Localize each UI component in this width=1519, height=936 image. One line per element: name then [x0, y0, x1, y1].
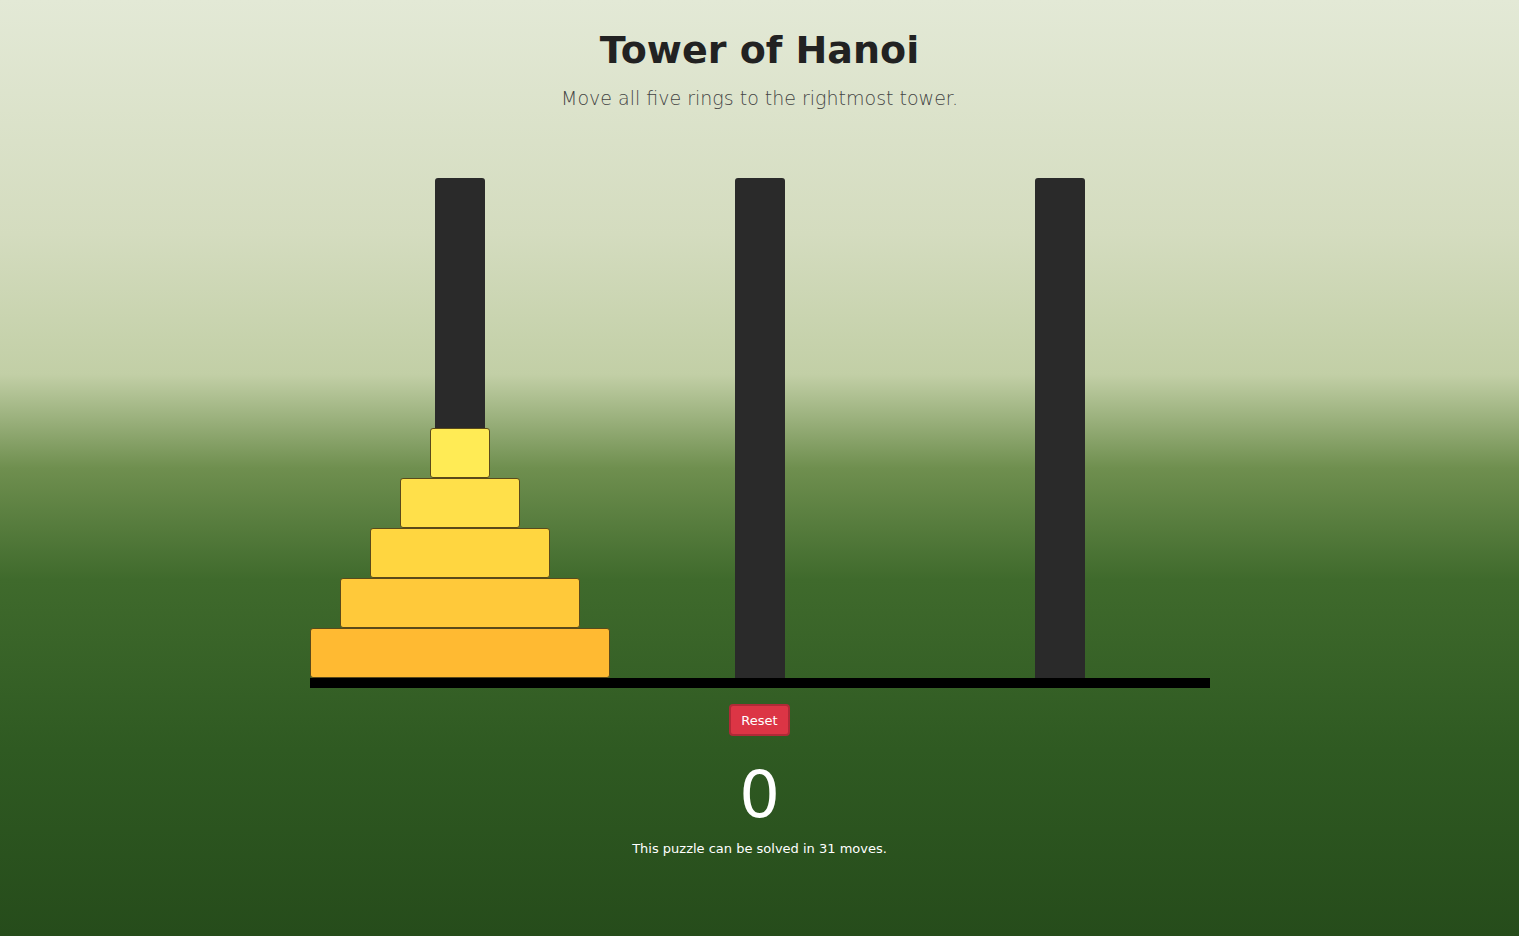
tower-pole [735, 178, 785, 678]
tower[interactable] [310, 178, 610, 678]
caption: This puzzle can be solved in 31 moves. [632, 840, 887, 858]
game-board [310, 178, 1210, 688]
tower[interactable] [910, 178, 1210, 678]
ring[interactable] [310, 628, 610, 678]
ring[interactable] [340, 578, 580, 628]
tower[interactable] [610, 178, 910, 678]
page-title: Tower of Hanoi [600, 26, 919, 74]
tower-pole [1035, 178, 1085, 678]
game-page: Tower of Hanoi Move all five rings to the… [0, 0, 1519, 858]
ring[interactable] [430, 428, 490, 478]
instructions: Move all five rings to the rightmost tow… [561, 86, 958, 110]
tower-base [310, 678, 1210, 688]
towers [310, 178, 1210, 678]
ring[interactable] [370, 528, 550, 578]
ring[interactable] [400, 478, 520, 528]
reset-button[interactable]: Reset [729, 704, 789, 736]
move-counter: 0 [739, 760, 780, 830]
